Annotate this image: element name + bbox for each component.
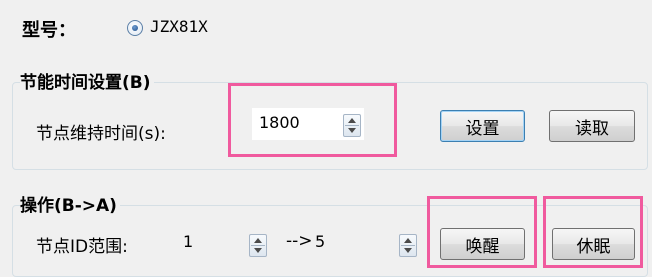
range-start-input[interactable]: 1 (176, 229, 278, 261)
range-end-value: 5 (315, 232, 326, 251)
spin-down-icon (254, 248, 262, 253)
wake-button-highlight (427, 196, 537, 268)
range-start-value: 1 (183, 232, 194, 251)
range-end-input[interactable]: 5 (314, 229, 424, 261)
sleep-button-highlight (543, 196, 643, 268)
range-arrow: --> (286, 231, 313, 251)
spin-divider (251, 245, 265, 246)
read-button[interactable]: 读取 (549, 110, 635, 142)
model-value: JZX81X (150, 17, 208, 36)
spin-down-icon (404, 248, 412, 253)
energy-settings-title: 节能时间设置(B) (20, 68, 154, 93)
spin-divider (401, 245, 415, 246)
model-label: 型号： (22, 20, 76, 41)
node-range-label: 节点ID范围: (36, 237, 128, 257)
set-button[interactable]: 设置 (440, 110, 525, 142)
range-start-spinner[interactable] (249, 234, 267, 257)
range-end-spinner[interactable] (399, 234, 417, 257)
hold-time-label: 节点维持时间(s): (36, 124, 166, 144)
spin-up-icon (254, 238, 262, 243)
spin-up-icon (404, 238, 412, 243)
model-radio-button[interactable] (127, 20, 143, 36)
hold-time-highlight (228, 83, 397, 157)
operation-title: 操作(B->A) (20, 191, 120, 216)
